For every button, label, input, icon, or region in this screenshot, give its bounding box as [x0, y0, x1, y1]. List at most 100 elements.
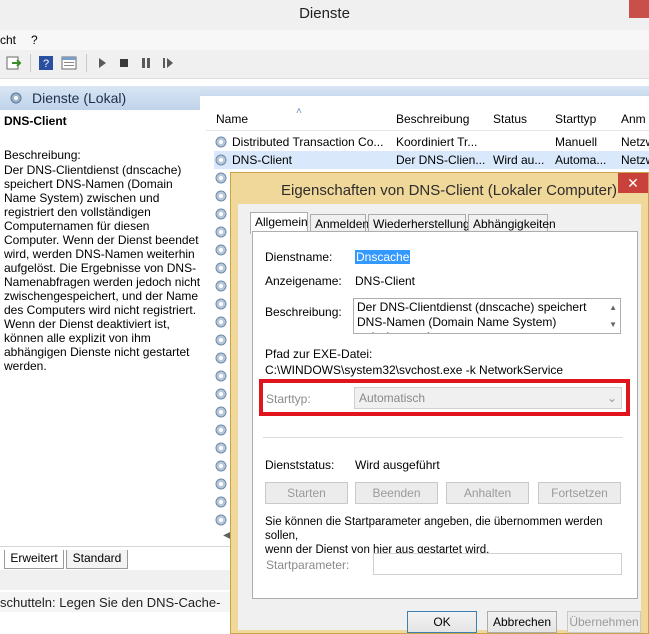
window-titlebar: Dienste — [0, 0, 649, 30]
column-header-logon[interactable]: Anm — [621, 112, 646, 126]
help-icon[interactable]: ? — [38, 55, 54, 71]
gear-icon — [215, 280, 227, 292]
description-text: Der DNS-Clientdienst (dnscache) speicher… — [4, 163, 201, 373]
startup-type-select[interactable]: Automatisch ⌄ — [354, 387, 622, 409]
column-header-name[interactable]: Name — [216, 112, 248, 126]
gear-icon — [215, 208, 227, 220]
description-pane: DNS-Client Beschreibung: Der DNS-Clientd… — [0, 110, 206, 540]
status-area-fill — [0, 570, 240, 590]
gear-icon — [215, 496, 227, 508]
pause-button[interactable]: Anhalten — [446, 482, 529, 504]
gear-icon — [215, 478, 227, 490]
column-header-starttype[interactable]: Starttyp — [555, 112, 596, 126]
gear-icon — [215, 514, 227, 526]
row-description: Der DNS-Clien... — [396, 153, 486, 167]
start-params-info: Sie können die Startparameter angeben, d… — [265, 516, 603, 556]
pause-icon[interactable] — [138, 55, 154, 71]
header-divider — [206, 130, 649, 131]
column-header-description[interactable]: Beschreibung — [396, 112, 469, 126]
gear-icon — [215, 262, 227, 274]
description-textarea-text: Der DNS-Clientdienst (dnscache) speicher… — [357, 300, 587, 333]
gear-icon — [215, 334, 227, 346]
gear-icon — [215, 226, 227, 238]
scroll-down-icon[interactable]: ▼ — [609, 317, 617, 332]
gear-icon — [215, 460, 227, 472]
row-name: DNS-Client — [232, 153, 293, 167]
gear-icon — [215, 244, 227, 256]
description-textarea[interactable]: Der DNS-Clientdienst (dnscache) speicher… — [353, 298, 621, 334]
tab-standard[interactable]: Standard — [66, 550, 128, 569]
chevron-down-icon: ⌄ — [606, 391, 617, 405]
cancel-button[interactable]: Abbrechen — [487, 611, 557, 633]
sort-arrow-icon: ˄ — [296, 106, 302, 117]
header-strip — [200, 86, 649, 96]
service-status-label: Dienststatus: — [265, 458, 335, 472]
dialog-title: Eigenschaften von DNS-Client (Lokaler Co… — [281, 182, 617, 199]
ok-button[interactable]: OK — [407, 611, 477, 633]
exe-path-value: C:\WINDOWS\system32\svchost.exe -k Netwo… — [265, 363, 564, 377]
description-label: Beschreibung: — [4, 148, 81, 162]
gear-icon — [10, 92, 22, 104]
menu-item-ansicht[interactable]: cht — [0, 33, 16, 47]
gear-icon — [215, 442, 227, 454]
table-row[interactable]: Distributed Transaction Co... Koordinier… — [214, 133, 649, 151]
exe-path-label: Pfad zur EXE-Datei: — [265, 347, 373, 361]
apply-button[interactable]: Übernehmen — [567, 611, 641, 633]
gear-icon — [215, 424, 227, 436]
service-name-value[interactable]: Dnscache — [355, 250, 411, 264]
restart-icon[interactable] — [160, 55, 176, 71]
table-row-selected[interactable]: DNS-Client Der DNS-Clien... Wird au... A… — [214, 151, 649, 169]
startup-type-value: Automatisch — [359, 391, 426, 405]
gear-icon — [215, 172, 227, 184]
row-status: Wird au... — [493, 153, 545, 167]
toolbar-separator — [86, 54, 87, 72]
gear-icon — [215, 298, 227, 310]
status-text: schutteln: Legen Sie den DNS-Cache- — [0, 595, 221, 610]
menu-bar: cht ? — [0, 30, 649, 50]
startup-type-label: Starttyp: — [266, 392, 311, 406]
stop-button[interactable]: Beenden — [355, 482, 438, 504]
status-bar: schutteln: Legen Sie den DNS-Cache- — [0, 592, 240, 612]
resume-button[interactable]: Fortsetzen — [538, 482, 621, 504]
view-tabs: Erweitert Standard — [0, 546, 240, 571]
tab-abhaengigkeiten[interactable]: Abhängigkeiten — [468, 214, 556, 232]
tab-anmelden[interactable]: Anmelden — [310, 214, 369, 232]
tab-erweitert[interactable]: Erweitert — [4, 550, 64, 569]
tab-wiederherstellung[interactable]: Wiederherstellung — [368, 214, 470, 232]
gear-icon — [215, 154, 227, 166]
dialog-close-button[interactable]: ✕ — [618, 173, 648, 193]
tree-header-label: Dienste (Lokal) — [32, 90, 127, 106]
start-params-label: Startparameter: — [266, 558, 350, 572]
gear-icon — [215, 190, 227, 202]
start-button[interactable]: Starten — [265, 482, 348, 504]
row-starttype: Manuell — [555, 135, 598, 149]
start-params-input[interactable] — [373, 553, 622, 575]
export-list-icon[interactable] — [6, 55, 22, 71]
description-title: DNS-Client — [4, 114, 67, 128]
window-close-button[interactable] — [629, 0, 649, 18]
service-status-value: Wird ausgeführt — [355, 458, 440, 472]
description-field-label: Beschreibung: — [265, 305, 342, 319]
services-local-header: Dienste (Lokal) — [0, 86, 200, 110]
display-name-label: Anzeigename: — [265, 274, 342, 288]
divider — [263, 437, 623, 438]
toolbar: ? — [0, 50, 649, 79]
play-icon[interactable] — [94, 55, 110, 71]
display-name-value: DNS-Client — [355, 274, 416, 288]
gear-icon — [215, 316, 227, 328]
service-name-label: Dienstname: — [265, 250, 333, 264]
row-name: Distributed Transaction Co... — [232, 135, 384, 149]
properties-icon[interactable] — [61, 55, 77, 71]
menu-item-help[interactable]: ? — [31, 33, 38, 47]
row-logon: Netzw — [621, 153, 649, 167]
gear-icon — [215, 388, 227, 400]
column-header-status[interactable]: Status — [493, 112, 527, 126]
stop-icon[interactable] — [116, 55, 132, 71]
row-description: Koordiniert Tr... — [396, 135, 478, 149]
scroll-up-icon[interactable]: ▲ — [609, 300, 617, 315]
toolbar-separator — [30, 54, 31, 72]
window-title: Dienste — [299, 5, 350, 22]
svg-text:?: ? — [43, 58, 49, 70]
row-starttype: Automa... — [555, 153, 607, 167]
gear-icon — [215, 370, 227, 382]
